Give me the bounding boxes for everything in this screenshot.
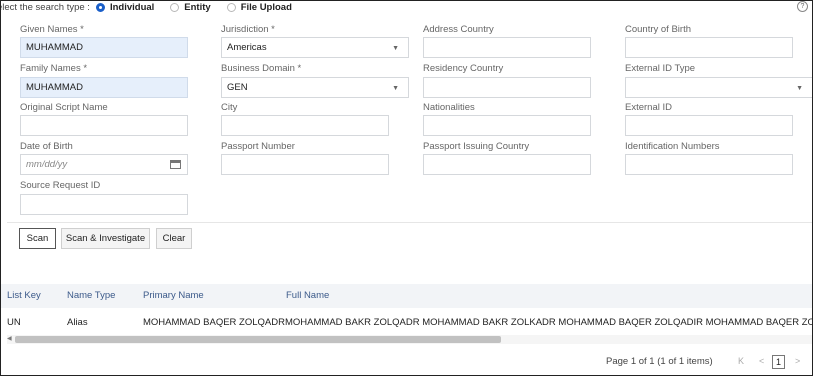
column-header-full-name[interactable]: Full Name xyxy=(286,284,329,308)
column-header-name-type[interactable]: Name Type xyxy=(67,284,115,308)
residency-country-label: Residency Country xyxy=(423,63,504,74)
business-domain-value: GEN xyxy=(227,82,248,93)
business-domain-select[interactable]: GEN ▼ xyxy=(221,77,409,98)
scan-button[interactable]: Scan xyxy=(19,228,56,249)
date-of-birth-input[interactable]: mm/dd/yy xyxy=(20,154,188,175)
search-type-prompt: elect the search type : xyxy=(0,1,90,13)
residency-country-input[interactable] xyxy=(423,77,591,98)
date-of-birth-placeholder: mm/dd/yy xyxy=(26,159,68,170)
external-id-label: External ID xyxy=(625,102,672,113)
external-id-type-label: External ID Type xyxy=(625,63,696,74)
given-names-label: Given Names * xyxy=(20,24,84,35)
cell-full-name: MOHAMMAD BAKR ZOLQADR MOHAMMAD BAKR ZOLK… xyxy=(285,317,812,328)
scroll-left-arrow-icon[interactable]: ◀ xyxy=(7,335,12,344)
screening-panel: elect the search type : Individual Entit… xyxy=(0,0,813,376)
cell-primary-name: MOHAMMAD BAQER ZOLQADR xyxy=(143,317,285,328)
address-country-input[interactable] xyxy=(423,37,591,58)
address-country-label: Address Country xyxy=(423,24,494,35)
calendar-icon[interactable] xyxy=(170,160,181,169)
city-input[interactable] xyxy=(221,115,389,136)
passport-number-input[interactable] xyxy=(221,154,389,175)
radio-entity[interactable] xyxy=(170,2,180,12)
external-id-input[interactable] xyxy=(625,115,793,136)
current-page[interactable]: 1 xyxy=(772,355,785,369)
given-names-input[interactable]: MUHAMMAD xyxy=(20,37,188,58)
prev-page-icon[interactable]: < xyxy=(759,356,764,366)
jurisdiction-select[interactable]: Americas ▼ xyxy=(221,37,409,58)
business-domain-label: Business Domain * xyxy=(221,63,302,74)
chevron-down-icon: ▼ xyxy=(392,45,399,52)
radio-individual[interactable] xyxy=(95,2,105,12)
external-id-type-select[interactable]: ▼ xyxy=(625,77,812,98)
scan-investigate-button[interactable]: Scan & Investigate xyxy=(61,228,150,249)
source-request-id-label: Source Request ID xyxy=(20,180,101,191)
next-page-icon[interactable]: > xyxy=(795,356,800,366)
pagination-summary: Page 1 of 1 (1 of 1 items) xyxy=(606,356,713,367)
identification-numbers-label: Identification Numbers xyxy=(625,141,720,152)
original-script-name-input[interactable] xyxy=(20,115,188,136)
clear-button[interactable]: Clear xyxy=(156,228,192,249)
passport-issuing-country-label: Passport Issuing Country xyxy=(423,141,530,152)
chevron-down-icon: ▼ xyxy=(392,85,399,92)
country-of-birth-label: Country of Birth xyxy=(625,24,691,35)
family-names-input[interactable]: MUHAMMAD xyxy=(20,77,188,98)
search-type-selector: elect the search type : Individual Entit… xyxy=(1,1,308,13)
cell-name-type: Alias xyxy=(67,317,88,328)
jurisdiction-value: Americas xyxy=(227,42,267,53)
original-script-name-label: Original Script Name xyxy=(20,102,108,113)
source-request-id-input[interactable] xyxy=(20,194,188,215)
results-table-header xyxy=(1,284,812,308)
first-page-icon[interactable]: K xyxy=(738,356,744,366)
jurisdiction-label: Jurisdiction * xyxy=(221,24,275,35)
chevron-down-icon: ▼ xyxy=(796,85,803,92)
radio-file-upload[interactable] xyxy=(226,2,236,12)
passport-number-label: Passport Number xyxy=(221,141,295,152)
nationalities-label: Nationalities xyxy=(423,102,475,113)
scrollbar-thumb[interactable] xyxy=(15,336,501,343)
family-names-label: Family Names * xyxy=(20,63,88,74)
column-header-list-key[interactable]: List Key xyxy=(7,284,41,308)
radio-individual-label[interactable]: Individual xyxy=(110,2,154,13)
column-header-primary-name[interactable]: Primary Name xyxy=(143,284,204,308)
cell-list-key: UN xyxy=(7,317,21,328)
radio-entity-label[interactable]: Entity xyxy=(184,2,210,13)
horizontal-scrollbar[interactable]: ◀ xyxy=(7,335,812,344)
country-of-birth-input[interactable] xyxy=(625,37,793,58)
city-label: City xyxy=(221,102,238,113)
nationalities-input[interactable] xyxy=(423,115,591,136)
date-of-birth-label: Date of Birth xyxy=(20,141,73,152)
identification-numbers-input[interactable] xyxy=(625,154,793,175)
radio-file-upload-label[interactable]: File Upload xyxy=(241,2,292,13)
help-icon[interactable]: ? xyxy=(797,1,808,12)
passport-issuing-country-input[interactable] xyxy=(423,154,591,175)
divider xyxy=(7,222,812,223)
